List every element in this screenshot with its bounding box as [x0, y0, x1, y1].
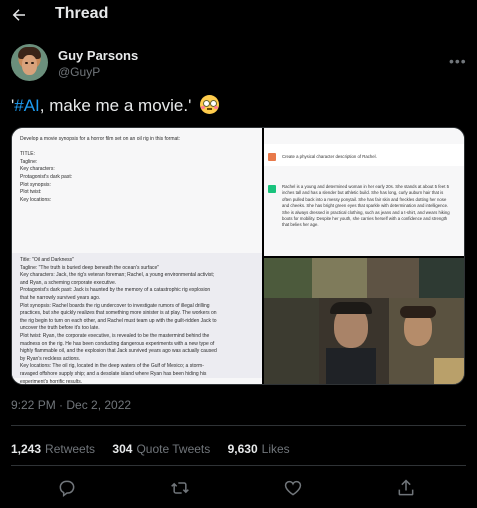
user-avatar-icon: [268, 153, 276, 161]
retweet-icon[interactable]: [170, 478, 190, 498]
prompt-line: Key characters:: [20, 166, 55, 173]
likes-stat[interactable]: 9,630 Likes: [228, 442, 290, 456]
answer-line: Key characters: Jack, the rig's veteran …: [20, 272, 215, 279]
answer-line: and Ryan, a scheming corporate executive…: [20, 279, 117, 286]
prompt-line: Key locations:: [20, 196, 52, 203]
answer-line: that he narrowly survived years ago.: [20, 294, 101, 301]
tweet-text: '#AI, make me a movie.': [11, 95, 220, 116]
character-answer-text: Rachel is a young and determined woman i…: [282, 184, 458, 229]
author-handle[interactable]: @GuyP: [58, 65, 100, 79]
media-film-stills-collage[interactable]: [264, 258, 464, 384]
question-text: Create a physical character description …: [282, 154, 377, 159]
prompt-line: Protagonist's dark past:: [20, 173, 73, 180]
author-name[interactable]: Guy Parsons: [58, 48, 138, 63]
quote-tweets-stat[interactable]: 304 Quote Tweets: [112, 442, 210, 456]
answer-text: Title: "Oil and Darkness" Tagline: "The t…: [20, 257, 252, 385]
retweets-stat[interactable]: 1,243 Retweets: [11, 442, 95, 456]
more-icon[interactable]: •••: [449, 53, 467, 69]
character-answer-line: inches tall and has a slender but athlet…: [282, 190, 444, 196]
share-icon[interactable]: [396, 478, 416, 498]
prompt-line: TITLE:: [20, 151, 36, 158]
avatar[interactable]: [11, 44, 48, 81]
hashtag-link[interactable]: #AI: [14, 96, 40, 115]
retweets-count: 1,243: [11, 442, 42, 456]
quote-tweets-count: 304: [112, 442, 133, 456]
media-chatgpt-character[interactable]: Create a physical character description …: [264, 128, 464, 256]
prompt-text: Develop a movie synopsis for a horror fi…: [20, 136, 252, 204]
answer-line: ravaged offshore supply ship; and a deso…: [20, 370, 207, 377]
divider: [11, 425, 466, 426]
page-title: Thread: [55, 5, 109, 22]
flushed-face-emoji-icon: [200, 95, 220, 114]
prompt-line: Plot twist:: [20, 189, 42, 196]
character-answer-line: that belies her age.: [282, 222, 319, 228]
question-row: Create a physical character description …: [264, 144, 464, 166]
tweet-media[interactable]: Develop a movie synopsis for a horror fi…: [11, 127, 465, 385]
answer-line: the rig begin to turn on each other, and…: [20, 317, 217, 324]
tweet-text-suffix: , make me a movie.': [39, 96, 192, 115]
prompt-line: Plot synopsis:: [20, 181, 51, 188]
answer-line: Tagline: "The truth is buried deep benea…: [20, 264, 160, 271]
answer-line: experiment's horrific results.: [20, 378, 83, 385]
answer-line: Protagonist's dark past: Jack is haunted…: [20, 287, 211, 294]
media-chatgpt-synopsis[interactable]: Develop a movie synopsis for a horror fi…: [12, 128, 262, 384]
prompt-line: [20, 144, 252, 152]
arrow-left-icon[interactable]: [10, 6, 28, 24]
answer-line: practices, but she quickly realizes that…: [20, 310, 217, 317]
likes-count: 9,630: [227, 442, 258, 456]
answer-line: Plot twist: Ryan, the corporate executiv…: [20, 332, 210, 339]
answer-line: Plot synopsis: Rachel boards the rig und…: [20, 302, 210, 309]
divider: [11, 465, 466, 466]
prompt-line: Develop a movie synopsis for a horror fi…: [20, 136, 181, 142]
action-bar: [0, 478, 477, 500]
heart-icon[interactable]: [283, 478, 303, 498]
assistant-logo-icon: [268, 185, 276, 193]
quote-tweets-label: Quote Tweets: [136, 442, 211, 456]
answer-line: madness on the rig. He has been conducti…: [20, 340, 215, 347]
tweet-stats: 1,243 Retweets 304 Quote Tweets 9,630 Likes: [11, 442, 304, 456]
answer-block: Title: "Oil and Darkness" Tagline: "The t…: [12, 253, 262, 384]
likes-label: Likes: [261, 442, 290, 456]
answer-line: Title: "Oil and Darkness": [20, 257, 74, 263]
answer-line: uncover the truth before it's too late.: [20, 325, 100, 332]
answer-line: by Ryan's reckless actions.: [20, 355, 81, 362]
answer-line: Key locations: The oil rig, located in t…: [20, 363, 204, 370]
answer-line: highly flammable oil, and the explosion …: [20, 348, 217, 355]
reply-icon[interactable]: [57, 478, 77, 498]
top-bar: Thread: [0, 0, 477, 32]
prompt-line: Tagline:: [20, 158, 38, 165]
retweets-label: Retweets: [45, 442, 96, 456]
character-answer-line: and cheeks. She has bright green eyes th…: [282, 203, 449, 209]
tweet-timestamp[interactable]: 9:22 PM · Dec 2, 2022: [11, 398, 131, 412]
